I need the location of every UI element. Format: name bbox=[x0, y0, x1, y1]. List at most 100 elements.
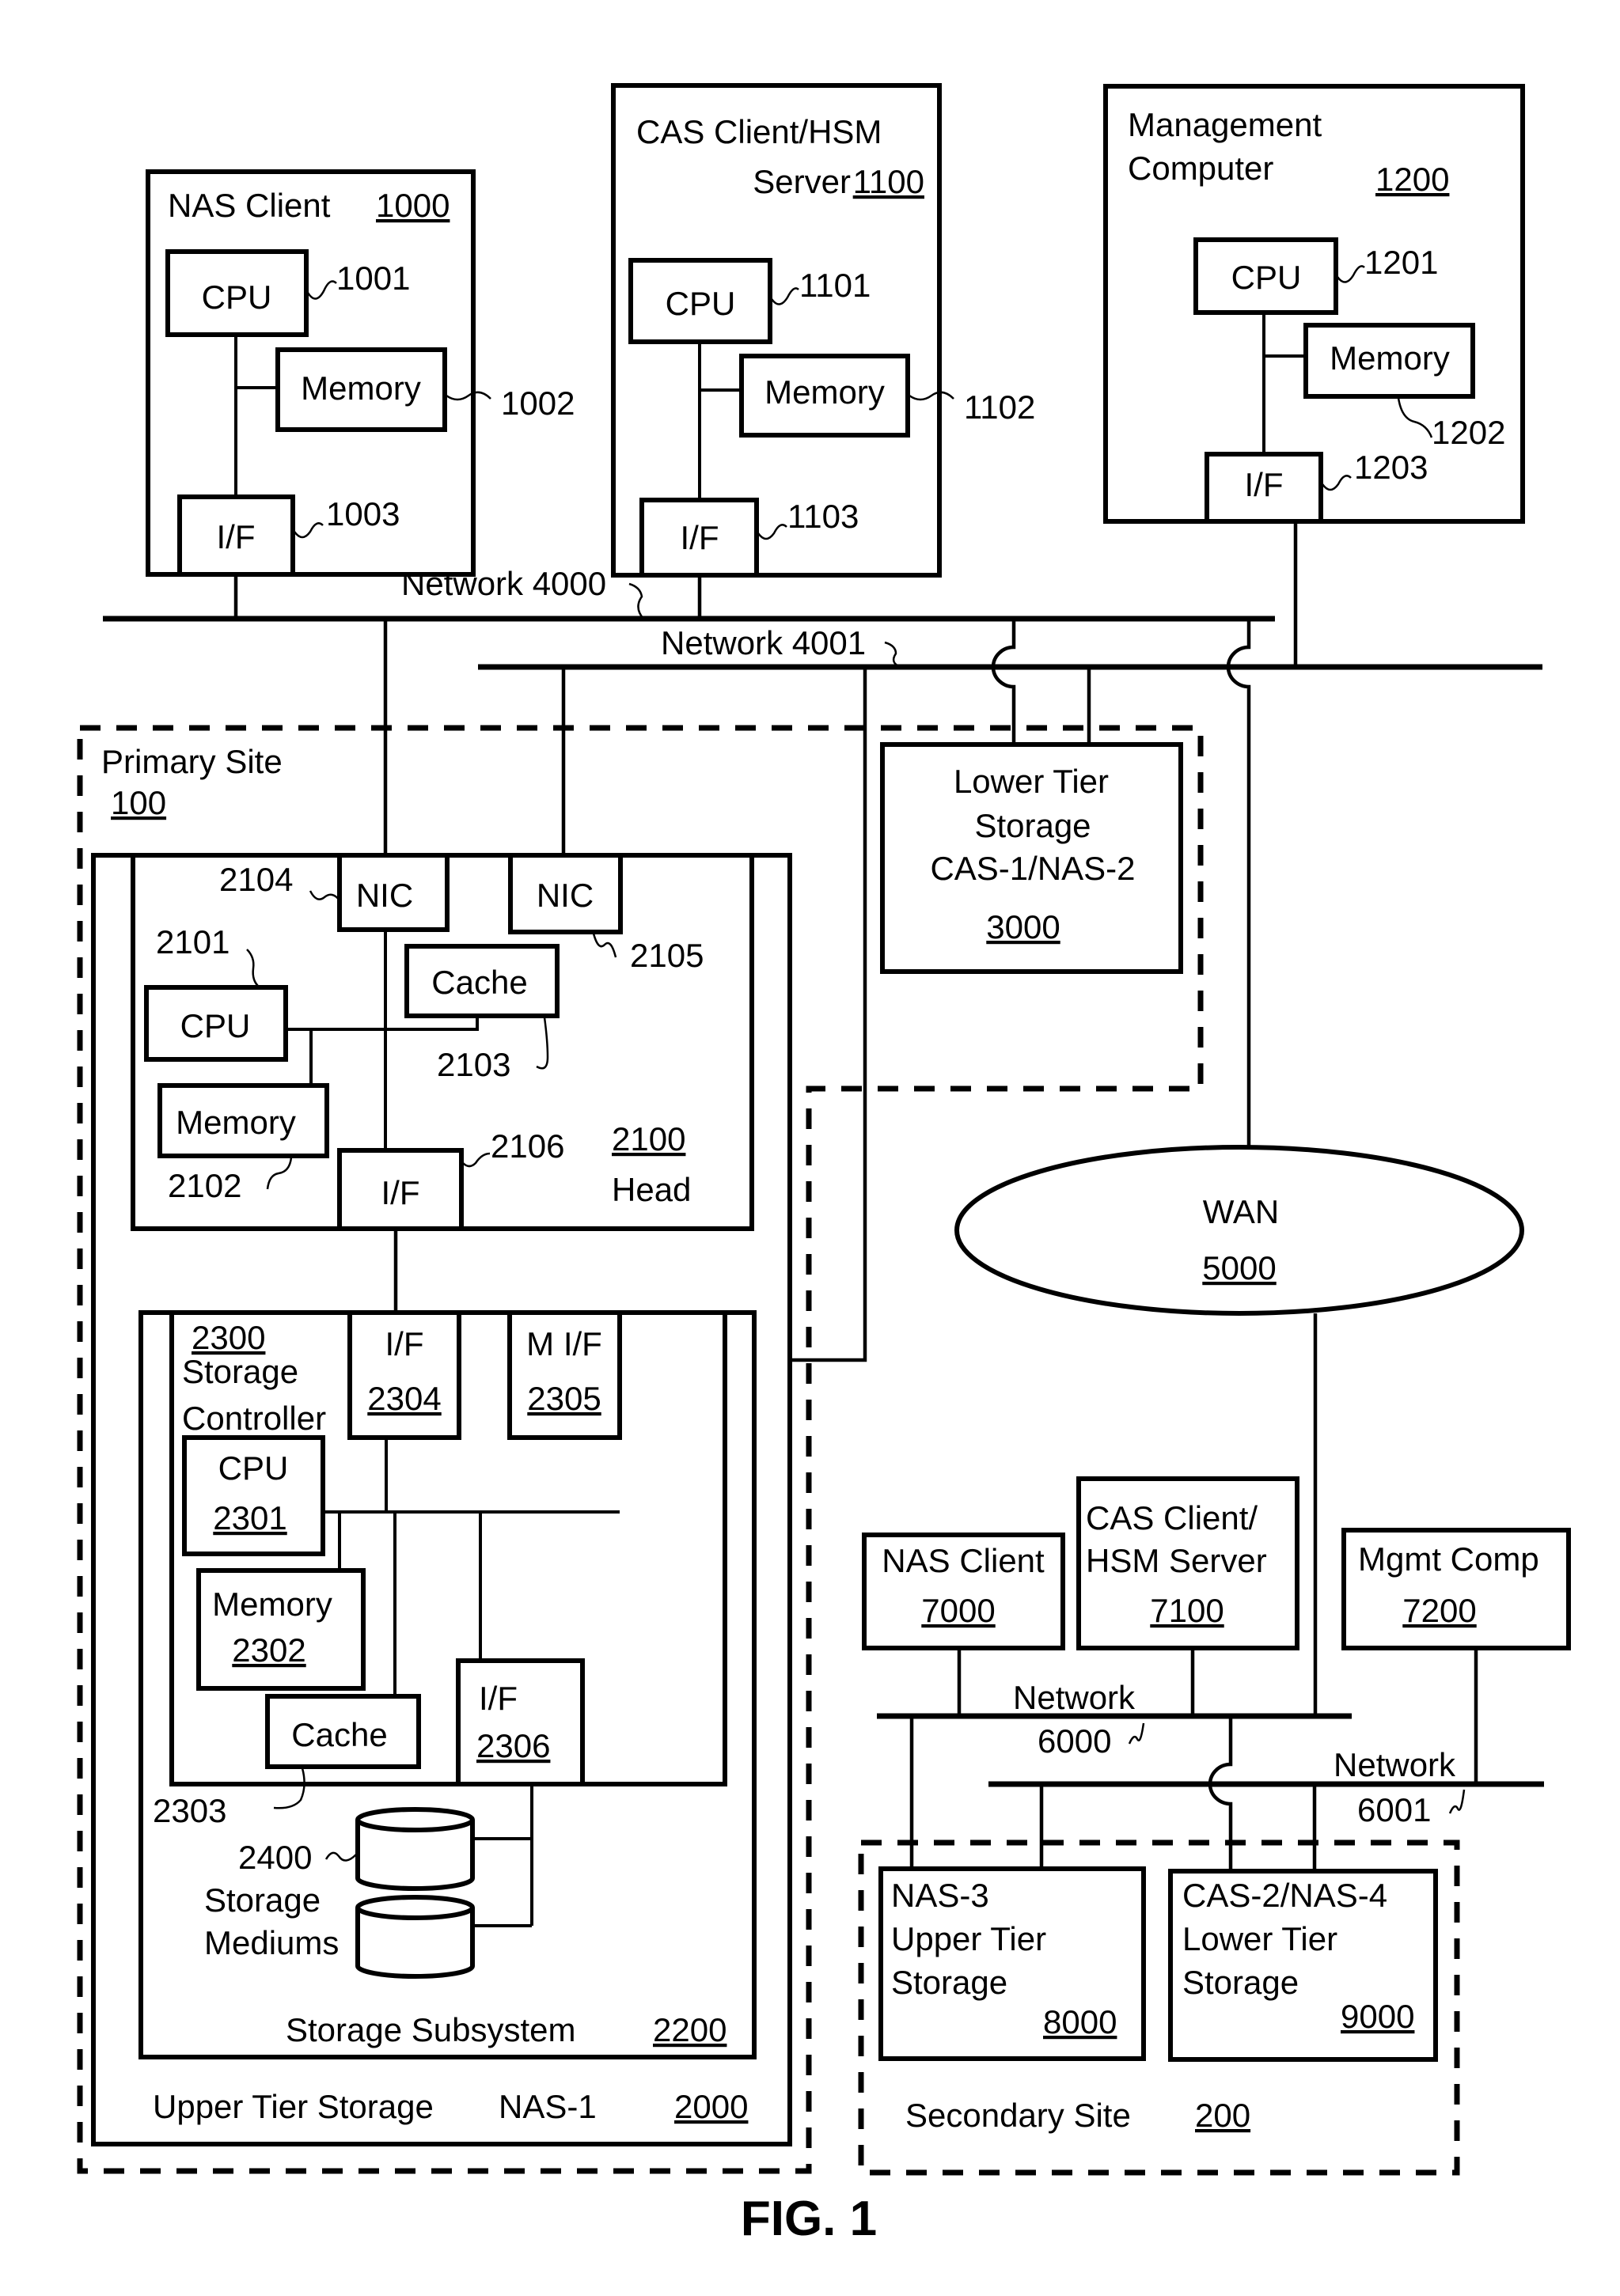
wan-ref: 5000 bbox=[1202, 1249, 1276, 1286]
svg-text:Storage: Storage bbox=[182, 1353, 298, 1390]
svg-text:CAS Client/HSM: CAS Client/HSM bbox=[636, 113, 882, 150]
svg-text:I/F: I/F bbox=[385, 1325, 424, 1362]
primary-site-ref: 100 bbox=[111, 784, 166, 821]
svg-text:Storage: Storage bbox=[1182, 1964, 1299, 2001]
svg-text:NAS Client: NAS Client bbox=[882, 1542, 1045, 1579]
svg-text:CPU: CPU bbox=[218, 1449, 289, 1487]
system-diagram: NAS Client 1000 CPU 1001 Memory 1002 I/F… bbox=[77, 83, 1571, 2246]
leader-4000 bbox=[628, 582, 644, 619]
secondary-nas-client-7000: NAS Client 7000 bbox=[862, 1533, 1065, 1650]
svg-text:1201: 1201 bbox=[1364, 244, 1438, 281]
svg-text:WAN: WAN bbox=[1203, 1193, 1279, 1230]
svg-text:2102: 2102 bbox=[168, 1167, 241, 1204]
secondary-cas-client-7100: CAS Client/ HSM Server 7100 bbox=[1076, 1476, 1299, 1650]
svg-text:CPU: CPU bbox=[666, 285, 736, 322]
storage-subsystem-ref: 2200 bbox=[653, 2011, 727, 2048]
svg-text:Lower Tier: Lower Tier bbox=[954, 763, 1109, 800]
svg-text:Memory: Memory bbox=[212, 1586, 332, 1623]
svg-text:7100: 7100 bbox=[1150, 1592, 1224, 1629]
secondary-upper-tier-8000: NAS-3 Upper Tier Storage 8000 bbox=[878, 1866, 1146, 2061]
svg-text:2400: 2400 bbox=[238, 1839, 312, 1876]
svg-text:2105: 2105 bbox=[630, 937, 704, 974]
svg-text:1003: 1003 bbox=[326, 495, 400, 532]
svg-text:CAS Client/: CAS Client/ bbox=[1086, 1499, 1258, 1536]
svg-text:CPU: CPU bbox=[180, 1007, 251, 1044]
svg-text:Upper Tier Storage: Upper Tier Storage bbox=[153, 2088, 434, 2125]
svg-text:I/F: I/F bbox=[381, 1174, 420, 1211]
svg-text:2103: 2103 bbox=[437, 1046, 510, 1083]
svg-text:Storage: Storage bbox=[891, 1964, 1007, 2001]
svg-text:Cache: Cache bbox=[291, 1716, 387, 1753]
svg-text:Mgmt Comp: Mgmt Comp bbox=[1358, 1540, 1539, 1578]
nas-client-title: NAS Client bbox=[168, 187, 331, 224]
wan-link-4000 bbox=[1226, 619, 1251, 1147]
svg-text:7000: 7000 bbox=[921, 1592, 995, 1629]
svg-text:2301: 2301 bbox=[213, 1499, 286, 1536]
nas-client-1000: NAS Client 1000 CPU 1001 Memory 1002 I/F… bbox=[146, 169, 575, 577]
svg-text:CAS-2/NAS-4: CAS-2/NAS-4 bbox=[1182, 1877, 1387, 1914]
svg-text:Memory: Memory bbox=[1330, 339, 1450, 377]
management-computer-ref: 1200 bbox=[1375, 161, 1449, 198]
controller-disk-interface-2306 bbox=[456, 1658, 585, 1786]
svg-text:1102: 1102 bbox=[964, 388, 1035, 426]
svg-text:Storage: Storage bbox=[974, 807, 1091, 844]
svg-text:2106: 2106 bbox=[491, 1127, 564, 1165]
primary-site-title: Primary Site bbox=[101, 743, 283, 780]
svg-text:CPU: CPU bbox=[202, 278, 272, 316]
svg-text:1101: 1101 bbox=[799, 267, 871, 304]
cas2-link-6000 bbox=[1208, 1716, 1233, 1871]
cas-client-ref: 1100 bbox=[853, 163, 924, 200]
svg-text:2104: 2104 bbox=[219, 861, 293, 898]
svg-text:Memory: Memory bbox=[764, 373, 885, 411]
management-computer-1200: Management Computer 1200 CPU 1201 Memory… bbox=[1103, 84, 1525, 524]
svg-text:I/F: I/F bbox=[479, 1680, 518, 1717]
cas-client-1100: CAS Client/HSM Server 1100 CPU 1101 Memo… bbox=[611, 83, 1035, 578]
leader-4001 bbox=[884, 641, 901, 669]
svg-text:Memory: Memory bbox=[301, 369, 421, 407]
svg-text:8000: 8000 bbox=[1043, 2003, 1117, 2040]
upper-tier-ref: 2000 bbox=[674, 2088, 748, 2125]
svg-text:Storage Subsystem: Storage Subsystem bbox=[286, 2011, 576, 2048]
svg-text:Computer: Computer bbox=[1128, 150, 1273, 187]
svg-text:NIC: NIC bbox=[356, 877, 413, 914]
lower-tier-ref: 3000 bbox=[986, 908, 1060, 945]
svg-text:Lower Tier: Lower Tier bbox=[1182, 1920, 1337, 1957]
secondary-site-ref: 200 bbox=[1195, 2097, 1250, 2134]
svg-text:NAS-1: NAS-1 bbox=[499, 2088, 597, 2125]
svg-text:M I/F: M I/F bbox=[526, 1325, 602, 1362]
nas-client-ref: 1000 bbox=[376, 187, 450, 224]
leader-6001 bbox=[1448, 1789, 1466, 1814]
svg-text:2306: 2306 bbox=[476, 1727, 550, 1764]
svg-text:Upper Tier: Upper Tier bbox=[891, 1920, 1046, 1957]
svg-text:CPU: CPU bbox=[1231, 259, 1302, 296]
svg-text:1203: 1203 bbox=[1354, 449, 1428, 486]
svg-text:9000: 9000 bbox=[1341, 1998, 1414, 2035]
svg-text:2303: 2303 bbox=[153, 1792, 226, 1829]
svg-text:CAS-1/NAS-2: CAS-1/NAS-2 bbox=[930, 850, 1135, 887]
svg-text:2101: 2101 bbox=[156, 923, 230, 960]
secondary-lower-tier-9000: CAS-2/NAS-4 Lower Tier Storage 9000 bbox=[1168, 1869, 1438, 2062]
svg-text:NIC: NIC bbox=[537, 877, 594, 914]
svg-text:Management: Management bbox=[1128, 106, 1322, 143]
network-4000-label: Network 4000 bbox=[401, 565, 606, 602]
network-6001-label: Network bbox=[1334, 1746, 1456, 1783]
head-title: Head bbox=[612, 1171, 691, 1208]
secondary-site-title: Secondary Site bbox=[905, 2097, 1131, 2134]
disk-icon bbox=[355, 1895, 475, 1979]
head-2100: 2100 Head NIC 2104 NIC 2105 Cache 2103 C… bbox=[131, 853, 754, 1231]
svg-text:Mediums: Mediums bbox=[204, 1924, 339, 1961]
svg-text:1001: 1001 bbox=[336, 260, 410, 297]
svg-text:1103: 1103 bbox=[787, 498, 859, 535]
svg-text:Memory: Memory bbox=[176, 1104, 296, 1141]
disk-icon bbox=[355, 1807, 475, 1891]
svg-text:I/F: I/F bbox=[1245, 466, 1284, 503]
wan-5000: WAN 5000 bbox=[954, 1145, 1524, 1316]
storage-controller-ref: 2300 bbox=[192, 1319, 265, 1356]
svg-text:1002: 1002 bbox=[501, 385, 575, 422]
svg-text:Cache: Cache bbox=[431, 964, 527, 1001]
storage-controller-2300: 2300 Storage Controller I/F 2304 M I/F 2… bbox=[169, 1310, 727, 1786]
svg-text:2304: 2304 bbox=[367, 1380, 441, 1417]
svg-text:1202: 1202 bbox=[1432, 414, 1505, 451]
leader-6000 bbox=[1128, 1722, 1145, 1745]
svg-text:NAS-3: NAS-3 bbox=[891, 1877, 989, 1914]
